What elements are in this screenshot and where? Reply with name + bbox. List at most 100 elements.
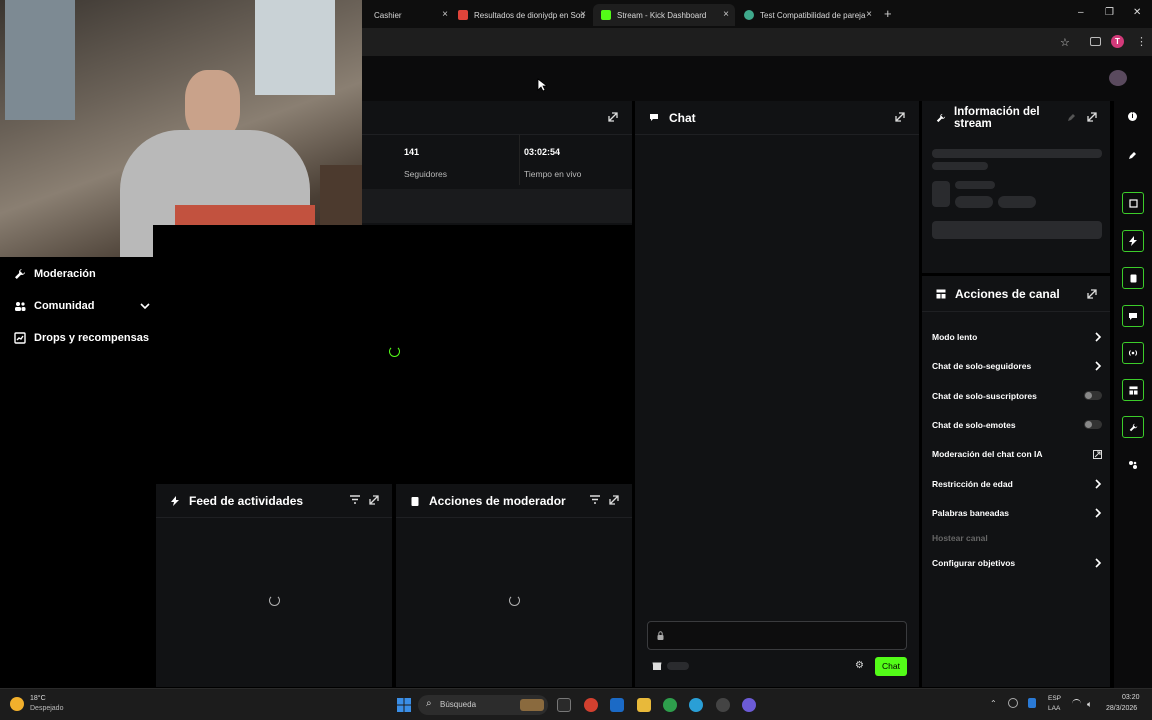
tab-label: Cashier	[374, 10, 402, 20]
close-icon[interactable]: ×	[723, 10, 729, 20]
loading-spinner	[509, 595, 520, 606]
info-icon[interactable]: i	[1128, 112, 1137, 121]
weather-sun-icon[interactable]	[10, 697, 24, 711]
emotes-only-toggle[interactable]	[1084, 420, 1102, 429]
activity-feed-panel: Feed de actividades	[156, 484, 392, 687]
sidebar-item-comunidad[interactable]: Comunidad	[14, 300, 150, 312]
popout-icon[interactable]	[1087, 112, 1097, 122]
obs-icon[interactable]	[716, 698, 730, 712]
action-followers-only[interactable]: Chat de solo-seguidores	[932, 357, 1102, 375]
sidebar-item-drops[interactable]: Drops y recompensas	[14, 332, 149, 344]
task-view-icon[interactable]	[557, 698, 571, 712]
chat-panel: Chat ⚙ Chat	[635, 101, 919, 687]
rail-channel-actions-button[interactable]	[1122, 379, 1144, 401]
popout-icon[interactable]	[609, 495, 619, 505]
browser-tab[interactable]: Test Compatibilidad de pareja ×	[736, 4, 878, 26]
lightning-icon	[171, 495, 179, 506]
popout-icon[interactable]	[895, 112, 905, 122]
minimize-button[interactable]: –	[1078, 7, 1084, 18]
discord-icon[interactable]	[742, 698, 756, 712]
menu-kebab-icon[interactable]: ⋮	[1136, 35, 1147, 48]
edit-pencil-icon[interactable]	[1128, 151, 1137, 160]
chrome-icon[interactable]	[663, 698, 677, 712]
tray-onedrive-icon[interactable]	[1028, 698, 1036, 708]
tray-app-icon[interactable]	[1008, 698, 1018, 708]
video-player[interactable]	[153, 225, 632, 481]
wifi-icon[interactable]	[1072, 699, 1081, 708]
gift-icon	[14, 332, 26, 344]
panel-header: Acciones de canal	[922, 276, 1110, 312]
chat-send-button[interactable]: Chat	[875, 657, 907, 676]
clipboard-icon	[1130, 274, 1136, 282]
skeleton-pill	[998, 196, 1036, 208]
close-icon[interactable]: ×	[866, 10, 872, 20]
rail-stream-preview-button[interactable]	[1122, 192, 1144, 214]
skeleton-block	[932, 221, 1102, 239]
close-icon[interactable]: ×	[442, 10, 448, 20]
skeleton-line	[955, 181, 995, 189]
lightning-icon	[1129, 236, 1137, 246]
close-window-button[interactable]: ✕	[1133, 7, 1141, 18]
browser-tab[interactable]: Resultados de dioniydp en Sou ×	[450, 4, 592, 26]
people-icon	[15, 302, 26, 311]
window-image	[255, 0, 335, 95]
popout-icon[interactable]	[369, 495, 379, 505]
divider	[519, 135, 520, 185]
screen-icon	[1128, 198, 1138, 208]
copilot-icon[interactable]	[584, 698, 598, 712]
store-app-icon[interactable]	[610, 698, 624, 712]
action-ai-moderation[interactable]: Moderación del chat con IA	[932, 445, 1102, 463]
bookmark-star-icon[interactable]: ☆	[1060, 36, 1070, 49]
side-panel-icon[interactable]	[1090, 37, 1101, 46]
windows-start-icon[interactable]	[397, 698, 411, 712]
rail-moderation-button[interactable]	[1122, 416, 1144, 438]
action-slow-mode[interactable]: Modo lento	[932, 328, 1102, 346]
panel-header	[362, 101, 632, 135]
panel-title: Chat	[669, 110, 696, 125]
volume-icon[interactable]: 🔈︎	[1087, 699, 1092, 710]
user-avatar[interactable]	[1109, 70, 1127, 86]
tray-chevron-up-icon[interactable]: ⌃	[990, 699, 997, 708]
add-widget-icon[interactable]	[1128, 460, 1138, 470]
popout-icon[interactable]	[1087, 289, 1097, 299]
action-label: Moderación del chat con IA	[932, 449, 1043, 459]
followers-count: 141	[404, 147, 420, 157]
new-tab-button[interactable]: +	[884, 6, 892, 21]
rail-chat-button[interactable]	[1122, 305, 1144, 327]
browser-tab-active[interactable]: Stream - Kick Dashboard ×	[593, 4, 735, 26]
lock-icon	[657, 631, 664, 640]
broadcast-icon	[1128, 350, 1138, 356]
profile-avatar[interactable]: T	[1111, 35, 1124, 48]
file-explorer-icon[interactable]	[637, 698, 651, 712]
edit-pencil-icon[interactable]	[1067, 113, 1076, 122]
windows-taskbar: 18°C Despejado ⌕ Búsqueda ⌃ ESP LAA 🔈︎ 0…	[0, 688, 1152, 720]
rail-mod-actions-button[interactable]	[1122, 267, 1144, 289]
channel-actions-icon	[936, 289, 946, 299]
action-configure-goals[interactable]: Configurar objetivos	[932, 554, 1102, 572]
popout-icon[interactable]	[608, 112, 618, 122]
action-label: Chat de solo-suscriptores	[932, 391, 1037, 401]
action-banned-words[interactable]: Palabras baneadas	[932, 504, 1102, 522]
subscribers-only-toggle[interactable]	[1084, 391, 1102, 400]
settings-gear-icon[interactable]: ⚙	[855, 660, 864, 671]
rail-activity-button[interactable]	[1122, 230, 1144, 252]
store-icon[interactable]	[652, 661, 662, 671]
filter-icon[interactable]	[350, 495, 360, 504]
action-age-restriction[interactable]: Restricción de edad	[932, 475, 1102, 493]
taskbar-search[interactable]: ⌕ Búsqueda	[418, 695, 548, 715]
action-label: Palabras baneadas	[932, 508, 1010, 518]
external-link-icon	[1093, 450, 1102, 459]
clock-time[interactable]: 03:20	[1122, 694, 1140, 701]
chat-input[interactable]	[647, 621, 907, 650]
balance-placeholder	[667, 662, 689, 670]
edge-icon[interactable]	[689, 698, 703, 712]
language-indicator[interactable]: ESP	[1048, 695, 1061, 702]
close-icon[interactable]: ×	[580, 10, 586, 20]
panel-title: Acciones de moderador	[429, 493, 566, 508]
browser-tab[interactable]: Cashier ×	[362, 4, 454, 26]
rail-broadcast-button[interactable]	[1122, 342, 1144, 364]
maximize-button[interactable]: ❐	[1105, 7, 1114, 18]
filter-icon[interactable]	[590, 495, 600, 504]
search-label: Búsqueda	[440, 700, 477, 709]
sidebar-item-moderacion[interactable]: Moderación	[14, 268, 96, 280]
